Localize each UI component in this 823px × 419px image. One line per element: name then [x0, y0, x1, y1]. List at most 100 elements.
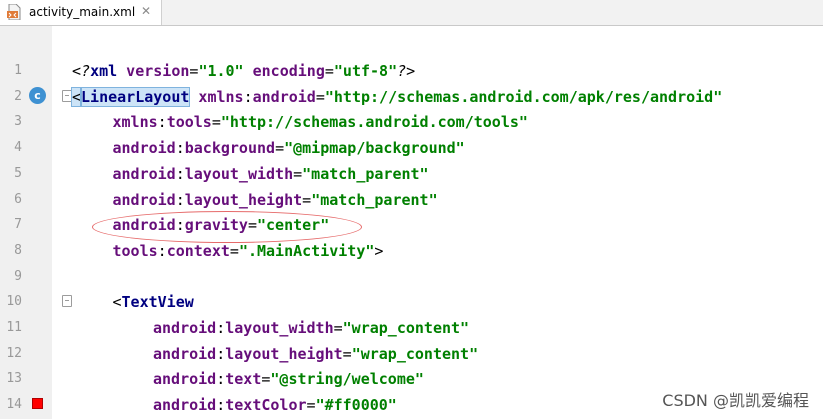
- code-token: "1.0": [198, 62, 244, 80]
- code-token: "utf-8": [333, 62, 398, 80]
- code-token: android: [112, 164, 176, 183]
- code-text: android:textColor="#ff0000": [153, 396, 397, 414]
- code-token: "#ff0000": [315, 396, 397, 415]
- line-number: 9: [14, 268, 22, 284]
- line-number: 11: [6, 320, 22, 335]
- code-token: >: [374, 241, 384, 260]
- code-line[interactable]: 5 android:layout_width="match_parent": [0, 161, 823, 187]
- code-line[interactable]: 4 android:background="@mipmap/background": [0, 135, 823, 161]
- code-token: android: [153, 370, 217, 389]
- code-text: android:layout_width="wrap_content": [153, 319, 469, 337]
- code-token: "wrap_content": [342, 319, 470, 337]
- code-token: layout_width: [225, 319, 334, 337]
- code-token: gravity: [184, 216, 248, 235]
- line-number: 10: [6, 294, 22, 310]
- code-token: :: [175, 164, 185, 183]
- code-line[interactable]: 11 android:layout_width="wrap_content": [0, 315, 823, 341]
- fold-icon[interactable]: [62, 89, 72, 102]
- code-text: android:layout_width="match_parent": [113, 165, 429, 183]
- code-token: version: [117, 62, 190, 80]
- code-line[interactable]: 10 <TextView: [0, 289, 823, 315]
- code-line[interactable]: 12 android:layout_height="wrap_content": [0, 341, 823, 367]
- code-text: android:layout_height="match_parent": [113, 191, 438, 209]
- editor-tab-bar: activity_main.xml ✕: [0, 0, 823, 26]
- code-text: android:background="@mipmap/background": [113, 139, 465, 157]
- code-token: :: [175, 216, 185, 235]
- close-tab-icon[interactable]: ✕: [141, 4, 151, 18]
- line-number: 5: [14, 165, 22, 181]
- tab-activity-main[interactable]: activity_main.xml ✕: [0, 0, 162, 25]
- line-number: 12: [6, 345, 22, 361]
- code-text: <LinearLayout xmlns:android="http://sche…: [70, 86, 723, 107]
- code-token: ".MainActivity": [238, 241, 375, 260]
- code-token: tools: [166, 113, 212, 132]
- line-number: 2: [14, 88, 22, 104]
- code-token: "match_parent": [311, 190, 438, 209]
- line-number: 8: [14, 242, 22, 258]
- fold-icon[interactable]: [62, 295, 72, 308]
- class-marker-icon[interactable]: c: [29, 86, 46, 104]
- code-token: "@mipmap/background": [284, 139, 465, 158]
- code-token: =: [333, 319, 343, 337]
- code-token: "@string/welcome": [270, 370, 424, 389]
- line-number: 3: [14, 114, 22, 130]
- code-token: LinearLayout: [80, 86, 191, 107]
- code-token: xmlns: [189, 87, 244, 106]
- code-token: =: [293, 164, 303, 183]
- code-token: :: [216, 344, 226, 363]
- code-token: =: [315, 87, 325, 106]
- code-token: encoding: [243, 62, 325, 80]
- code-token: =: [302, 190, 312, 209]
- code-line[interactable]: 3 xmlns:tools="http://schemas.android.com…: [0, 109, 823, 135]
- code-token: <: [70, 86, 83, 107]
- code-token: xml: [90, 62, 118, 80]
- tab-title: activity_main.xml: [29, 5, 136, 19]
- code-token: "http://schemas.android.com/apk/res/andr…: [324, 87, 723, 106]
- code-token: "wrap_content": [351, 344, 479, 363]
- code-line[interactable]: 1 <?xml version="1.0" encoding="utf-8"?>: [0, 58, 823, 84]
- code-line[interactable]: 6 android:layout_height="match_parent": [0, 187, 823, 213]
- code-token: :: [157, 241, 167, 260]
- code-line[interactable]: 7 android:gravity="center": [0, 212, 823, 238]
- code-token: android: [153, 319, 217, 337]
- xml-file-icon: [7, 4, 21, 20]
- line-number: 6: [14, 191, 22, 207]
- code-line[interactable]: 9: [0, 264, 823, 290]
- code-token: TextView: [121, 293, 194, 312]
- line-number: 1: [14, 63, 22, 78]
- code-token: layout_height: [225, 344, 343, 363]
- code-token: android: [252, 87, 316, 106]
- code-token: context: [166, 241, 230, 260]
- code-token: layout_width: [184, 164, 294, 183]
- code-token: xmlns: [112, 113, 158, 132]
- code-text: android:layout_height="wrap_content": [153, 345, 478, 363]
- code-token: :: [216, 396, 226, 415]
- code-token: text: [225, 370, 262, 389]
- code-line[interactable]: 8 tools:context=".MainActivity">: [0, 238, 823, 264]
- code-token: :: [216, 370, 226, 389]
- line-number: 4: [14, 140, 22, 156]
- code-token: :: [216, 319, 226, 337]
- code-token: "match_parent": [302, 164, 429, 183]
- code-token: =: [211, 113, 221, 132]
- code-line[interactable]: 2 c <LinearLayout xmlns:android="http://sc…: [0, 84, 823, 110]
- code-text: tools:context=".MainActivity">: [113, 242, 384, 260]
- code-token: :: [175, 139, 185, 158]
- code-token: =: [306, 396, 316, 415]
- code-token: <: [112, 293, 122, 312]
- code-token: =: [247, 216, 257, 235]
- code-token: :: [243, 87, 253, 106]
- code-token: :: [175, 190, 185, 209]
- code-text: <?xml version="1.0" encoding="utf-8"?>: [72, 62, 415, 80]
- line-number: 14: [6, 397, 22, 413]
- code-token: :: [157, 113, 167, 132]
- color-swatch-icon[interactable]: [32, 398, 43, 410]
- code-token: =: [342, 344, 352, 363]
- code-text: <TextView: [113, 293, 194, 311]
- code-token: android: [153, 396, 217, 415]
- code-token: tools: [112, 241, 158, 260]
- code-token: textColor: [225, 396, 307, 415]
- code-token: =: [229, 241, 239, 260]
- code-token: <?: [72, 62, 91, 80]
- code-token: android: [112, 216, 176, 235]
